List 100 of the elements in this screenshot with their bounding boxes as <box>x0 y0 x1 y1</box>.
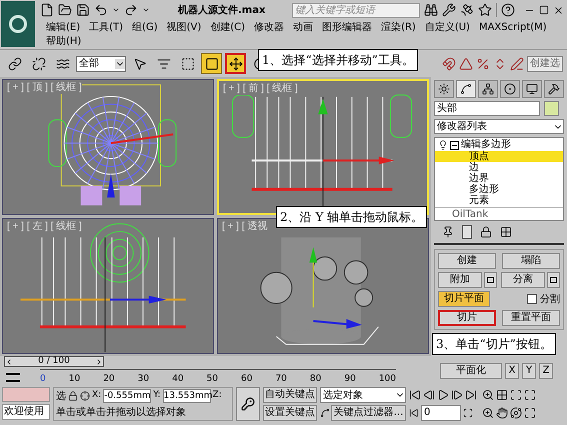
help-icon[interactable] <box>501 3 515 17</box>
menu-item[interactable]: 编辑(E) <box>46 20 80 34</box>
stack-sub-item[interactable]: 边 <box>435 162 563 173</box>
named-selection-field[interactable]: 创建选 <box>527 56 563 72</box>
stack-item[interactable]: OilTank <box>452 209 488 220</box>
panel-button[interactable]: 创建 <box>438 253 496 269</box>
key-button[interactable] <box>236 387 260 421</box>
crosshair-icon[interactable] <box>80 391 90 401</box>
zoom-extents-icon[interactable] <box>510 389 522 401</box>
curve-editor-icon[interactable] <box>6 372 20 382</box>
set-key-button[interactable]: 设置关键点 <box>263 405 317 421</box>
expand-toggle[interactable] <box>450 140 459 150</box>
close-icon[interactable] <box>553 4 564 16</box>
key-filters-button[interactable]: 关键点过滤器... <box>331 405 406 421</box>
panel-button[interactable]: 重置平面 <box>502 310 560 326</box>
panel-tab[interactable] <box>478 80 498 98</box>
step-back-icon[interactable] <box>423 389 435 401</box>
stack-sub-item[interactable]: 顶点 <box>435 151 563 162</box>
toggle-button[interactable]: 切片平面 <box>438 291 490 307</box>
panel-button[interactable]: 附加 <box>438 272 482 288</box>
key-mode-icon[interactable] <box>409 408 419 418</box>
time-config-icon[interactable] <box>463 408 473 418</box>
axis-button[interactable]: Z <box>539 363 553 379</box>
panel-tab[interactable] <box>522 80 542 98</box>
undo-icon[interactable] <box>94 3 108 17</box>
play-icon[interactable] <box>437 389 449 401</box>
x-field[interactable]: -0.555mm <box>103 389 152 403</box>
checkbox[interactable] <box>527 294 537 304</box>
skip-end-icon[interactable] <box>465 389 477 401</box>
frame-counter-button[interactable]: 0 / 100 <box>4 356 104 367</box>
panel-tab[interactable] <box>544 80 564 98</box>
redo-icon[interactable] <box>124 3 138 17</box>
lock-icon[interactable] <box>480 226 492 238</box>
lock-icon[interactable] <box>68 391 78 401</box>
y-field[interactable]: 13.553mm <box>162 389 211 403</box>
orbit-icon[interactable] <box>510 407 522 419</box>
panel-tab[interactable] <box>434 80 454 98</box>
magnet-icon[interactable] <box>442 56 456 70</box>
stack-sub-item[interactable]: 边界 <box>435 173 563 184</box>
tool-button[interactable] <box>201 53 222 74</box>
zoom-all-icon[interactable] <box>496 389 508 401</box>
app-logo-icon[interactable] <box>1 1 35 47</box>
grid-icon[interactable] <box>500 226 512 238</box>
selection-filter-dropdown[interactable]: 全部 <box>76 56 126 72</box>
search-field[interactable]: 键入关键字或短语 <box>292 2 420 18</box>
panel-tab[interactable] <box>500 80 520 98</box>
timeline-ruler[interactable]: 0 10 20 30 40 50 60 70 80 90 100 <box>40 369 396 385</box>
key-target-dropdown[interactable]: 选定对象 <box>320 387 406 403</box>
satellite-icon[interactable] <box>460 3 474 17</box>
save-icon[interactable] <box>76 3 90 17</box>
menu-item[interactable]: MAXScript(M) <box>478 20 547 34</box>
step-forward-icon[interactable] <box>451 389 463 401</box>
toggle-viewport-icon[interactable] <box>524 407 536 419</box>
stack-sub-item[interactable]: 元素 <box>435 195 563 206</box>
menu-item[interactable]: 组(G) <box>132 20 158 34</box>
panel-button[interactable]: 塌陷 <box>502 253 560 269</box>
color-swatch[interactable] <box>544 101 559 116</box>
wrench-icon[interactable] <box>442 3 456 17</box>
bulb-icon[interactable] <box>438 140 448 150</box>
menu-item[interactable]: 工具(T) <box>89 20 124 34</box>
menu-item[interactable]: 帮助(H) <box>46 34 82 48</box>
open-folder-icon[interactable] <box>58 3 72 17</box>
caret-icon[interactable] <box>142 6 150 14</box>
zoom-icon[interactable] <box>482 389 494 401</box>
stack-item[interactable]: 编辑多边形 <box>461 139 511 151</box>
menu-item[interactable]: 图形编辑器 <box>322 20 372 34</box>
axis-button[interactable]: X <box>505 363 519 379</box>
pan-icon[interactable] <box>496 407 508 419</box>
axis-button[interactable]: Y <box>522 363 536 379</box>
menu-item[interactable]: 创建(C) <box>210 20 246 34</box>
zoom-region-icon[interactable] <box>482 407 494 419</box>
binoculars-icon[interactable] <box>424 3 438 17</box>
menu-item[interactable]: 视图(V) <box>166 20 202 34</box>
tool-button[interactable] <box>225 53 246 74</box>
frame-field[interactable]: 0 <box>421 405 461 421</box>
panel-tab[interactable] <box>456 80 476 98</box>
maximize-viewport-icon[interactable] <box>524 389 536 401</box>
pen-icon[interactable] <box>510 56 524 70</box>
skip-start-icon[interactable] <box>409 389 421 401</box>
settings-button[interactable] <box>484 272 497 288</box>
settings-button[interactable] <box>547 272 560 288</box>
menu-item[interactable]: 自定义(U) <box>424 20 470 34</box>
percent-icon[interactable] <box>476 56 490 70</box>
panel-button[interactable]: 平面化 <box>440 363 502 379</box>
pin-icon[interactable] <box>442 226 454 238</box>
stack-sub-item[interactable]: 多边形 <box>435 184 563 195</box>
caret-icon[interactable] <box>112 6 120 14</box>
object-name-field[interactable]: 头部 <box>434 101 540 116</box>
menu-item[interactable]: 修改器 <box>254 20 284 34</box>
panel-button[interactable]: 切片 <box>438 310 496 326</box>
star-icon[interactable] <box>478 3 492 17</box>
menu-item[interactable]: 渲染(R) <box>381 20 416 34</box>
curve-icon[interactable] <box>320 408 330 418</box>
maximize-icon[interactable] <box>539 5 549 15</box>
angle-icon[interactable] <box>459 56 473 70</box>
panel-button[interactable]: 分离 <box>501 272 545 288</box>
new-file-icon[interactable] <box>40 3 54 17</box>
auto-key-button[interactable]: 自动关键点 <box>263 387 317 403</box>
modifier-list-dropdown[interactable]: 修改器列表 <box>434 119 564 134</box>
menu-item[interactable]: 动画 <box>293 20 314 34</box>
